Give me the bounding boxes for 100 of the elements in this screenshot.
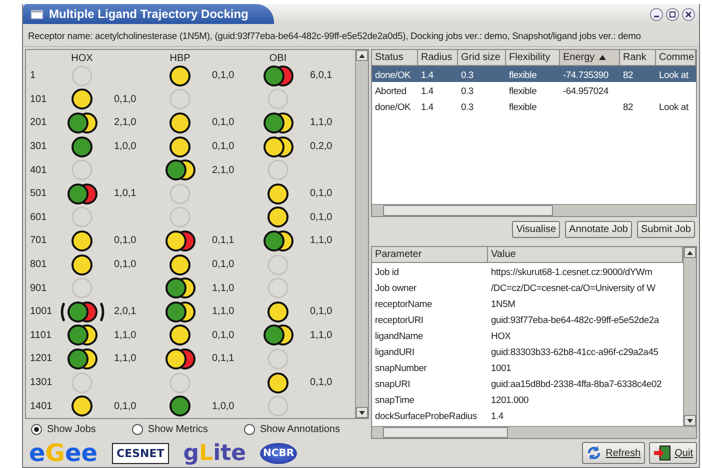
scroll-up-icon[interactable] [687, 250, 693, 254]
job-action-button[interactable]: Visualise [512, 221, 560, 238]
column-header[interactable]: Energy [560, 50, 620, 66]
snapshot-label: 301 [30, 141, 48, 152]
maximize-icon[interactable] [666, 8, 679, 20]
table-cell-text: 82 [622, 100, 634, 112]
table-cell-text: 1.4 [420, 100, 434, 112]
table-cell-text: 1N5M [490, 298, 516, 308]
column-header[interactable]: Parameter [372, 247, 488, 263]
scroll-down-icon[interactable] [687, 418, 693, 422]
column-header[interactable]: Status [372, 50, 418, 66]
job-action-button[interactable]: Annotate Job [565, 221, 632, 238]
snapshot-label: 501 [30, 188, 48, 200]
table-cell-text: 0.3 [460, 68, 474, 80]
table-cell-text: https://skurut68-1.cesnet.cz:9000/dYWm [490, 266, 654, 276]
table-cell-text: dockSurfaceProbeRadius [374, 410, 478, 420]
table-cell-text: Job id [374, 266, 400, 276]
count-label: 0,1,0 [211, 330, 236, 341]
table-cell-text: guid:93f77eba-be64-482c-99ff-e5e52de2a [490, 314, 660, 324]
quit-button[interactable]: Quit [648, 442, 697, 464]
column-header: OBI [268, 52, 288, 64]
table-cell-text: /DC=cz/DC=cesnet-ca/O=University of W [490, 282, 656, 292]
column-header[interactable]: Flexibility [506, 50, 560, 66]
scroll-down-icon[interactable] [359, 410, 365, 414]
snapshot-label: 1301 [30, 377, 54, 388]
table-cell-text: done/OK [374, 68, 412, 80]
column-header[interactable]: Radius [418, 50, 458, 66]
table-cell-text: 82 [622, 68, 634, 80]
horizontal-scrollbar[interactable] [372, 426, 696, 438]
count-label: 1,0,0 [211, 400, 236, 412]
table-cell-text: guid:83303b33-62b8-41cc-a96f-c29a2a45 [490, 346, 660, 356]
radio-label[interactable]: Show Jobs [47, 424, 96, 434]
table-cell-text: Look at [658, 68, 690, 80]
count-label: 1,1,0 [309, 330, 334, 341]
snapshot-label: 1101 [30, 330, 53, 341]
job-row[interactable]: done/OK 1.4 0.3 flexible -74.735390 82 Look at [372, 66, 696, 82]
table-cell-text: receptorURI [374, 314, 424, 324]
window-title: Multiple Ligand Trajectory Docking [49, 7, 248, 21]
table-cell-text: ligandURI [374, 346, 416, 356]
logo: gLite [183, 440, 246, 466]
table-cell-text: -74.735390 [562, 68, 610, 80]
radio-label[interactable]: Show Metrics [148, 424, 208, 434]
table-cell-text: HOX [490, 330, 512, 340]
table-cell-text: snapNumber [374, 362, 428, 372]
table-cell-text: 1.4 [420, 68, 434, 80]
column-header[interactable]: Grid size [458, 50, 506, 66]
table-cell-text: snapTime [374, 394, 416, 404]
table-cell-text: Aborted [374, 84, 408, 96]
receptor-info: Receptor name: acetylcholinesterase (1N5M), (guid:93f77eba-be64-482c-99ff-e5e52de2a0d5), Docking jobs ver.: demo, Snapshot/ligand jobs ver.: demo [28, 30, 641, 40]
logo: CESNET [112, 442, 170, 464]
refresh-button[interactable]: Refresh [582, 442, 645, 464]
snapshot-label: 1201 [30, 353, 54, 364]
vertical-scrollbar[interactable] [683, 247, 696, 426]
snapshot-label: 201 [30, 117, 48, 128]
count-label: 6,0,1 [309, 70, 334, 82]
snapshot-label: 601 [30, 212, 48, 223]
column-header[interactable]: Comme [656, 50, 696, 66]
job-action-button[interactable]: Submit Job [636, 221, 695, 238]
column-header[interactable]: Value [488, 247, 683, 263]
table-cell-text: snapURI [374, 378, 412, 388]
radio-label[interactable]: Show Annotations [260, 424, 340, 434]
logo: eGee [29, 439, 98, 467]
count-label: 0,1,0 [113, 400, 138, 412]
snapshot-label: 1001 [30, 306, 54, 318]
table-cell-text: 0.3 [460, 84, 474, 96]
logo: NCBR [260, 442, 298, 464]
count-label: 1,1,0 [309, 235, 334, 246]
snapshot-label: 401 [30, 164, 48, 176]
bracket-icon [58, 300, 64, 323]
count-label: 1,1,0 [309, 117, 334, 128]
count-label: 2,0,1 [113, 306, 138, 318]
count-label: 0,1,0 [113, 235, 138, 246]
scroll-up-icon[interactable] [359, 54, 365, 58]
count-label: 0,1,0 [113, 94, 138, 105]
count-label: 0,1,0 [309, 306, 334, 318]
table-cell-text: done/OK [374, 100, 412, 112]
bracket-icon [100, 300, 106, 323]
table-cell-text: ligandName [374, 330, 424, 340]
table-cell-text: 1.4 [490, 410, 504, 420]
close-icon[interactable] [682, 8, 695, 20]
count-label: 1,0,1 [113, 188, 138, 200]
count-label: 0,1,0 [211, 70, 236, 82]
column-header[interactable]: Rank [620, 50, 656, 66]
snapshot-label: 801 [30, 259, 48, 270]
sort-ascending-icon [598, 55, 606, 60]
vertical-scrollbar[interactable] [355, 50, 368, 418]
count-label: 2,1,0 [211, 164, 236, 176]
count-label: 0,1,0 [211, 117, 236, 128]
table-cell-text: guid:aa15d8bd-2338-4ffa-8ba7-6338c4e02 [490, 378, 663, 388]
count-label: 0,1,1 [211, 353, 236, 364]
table-cell-text: 1001 [490, 362, 512, 372]
horizontal-scrollbar[interactable] [372, 204, 696, 216]
radio-button[interactable] [31, 424, 42, 434]
table-cell-text: flexible [508, 68, 538, 80]
count-label: 1,1,0 [113, 330, 138, 341]
snapshot-label: 101 [30, 94, 48, 105]
radio-button[interactable] [244, 424, 255, 434]
minimize-icon[interactable] [650, 8, 663, 20]
radio-button[interactable] [132, 424, 143, 434]
count-label: 1,0,0 [113, 141, 138, 152]
